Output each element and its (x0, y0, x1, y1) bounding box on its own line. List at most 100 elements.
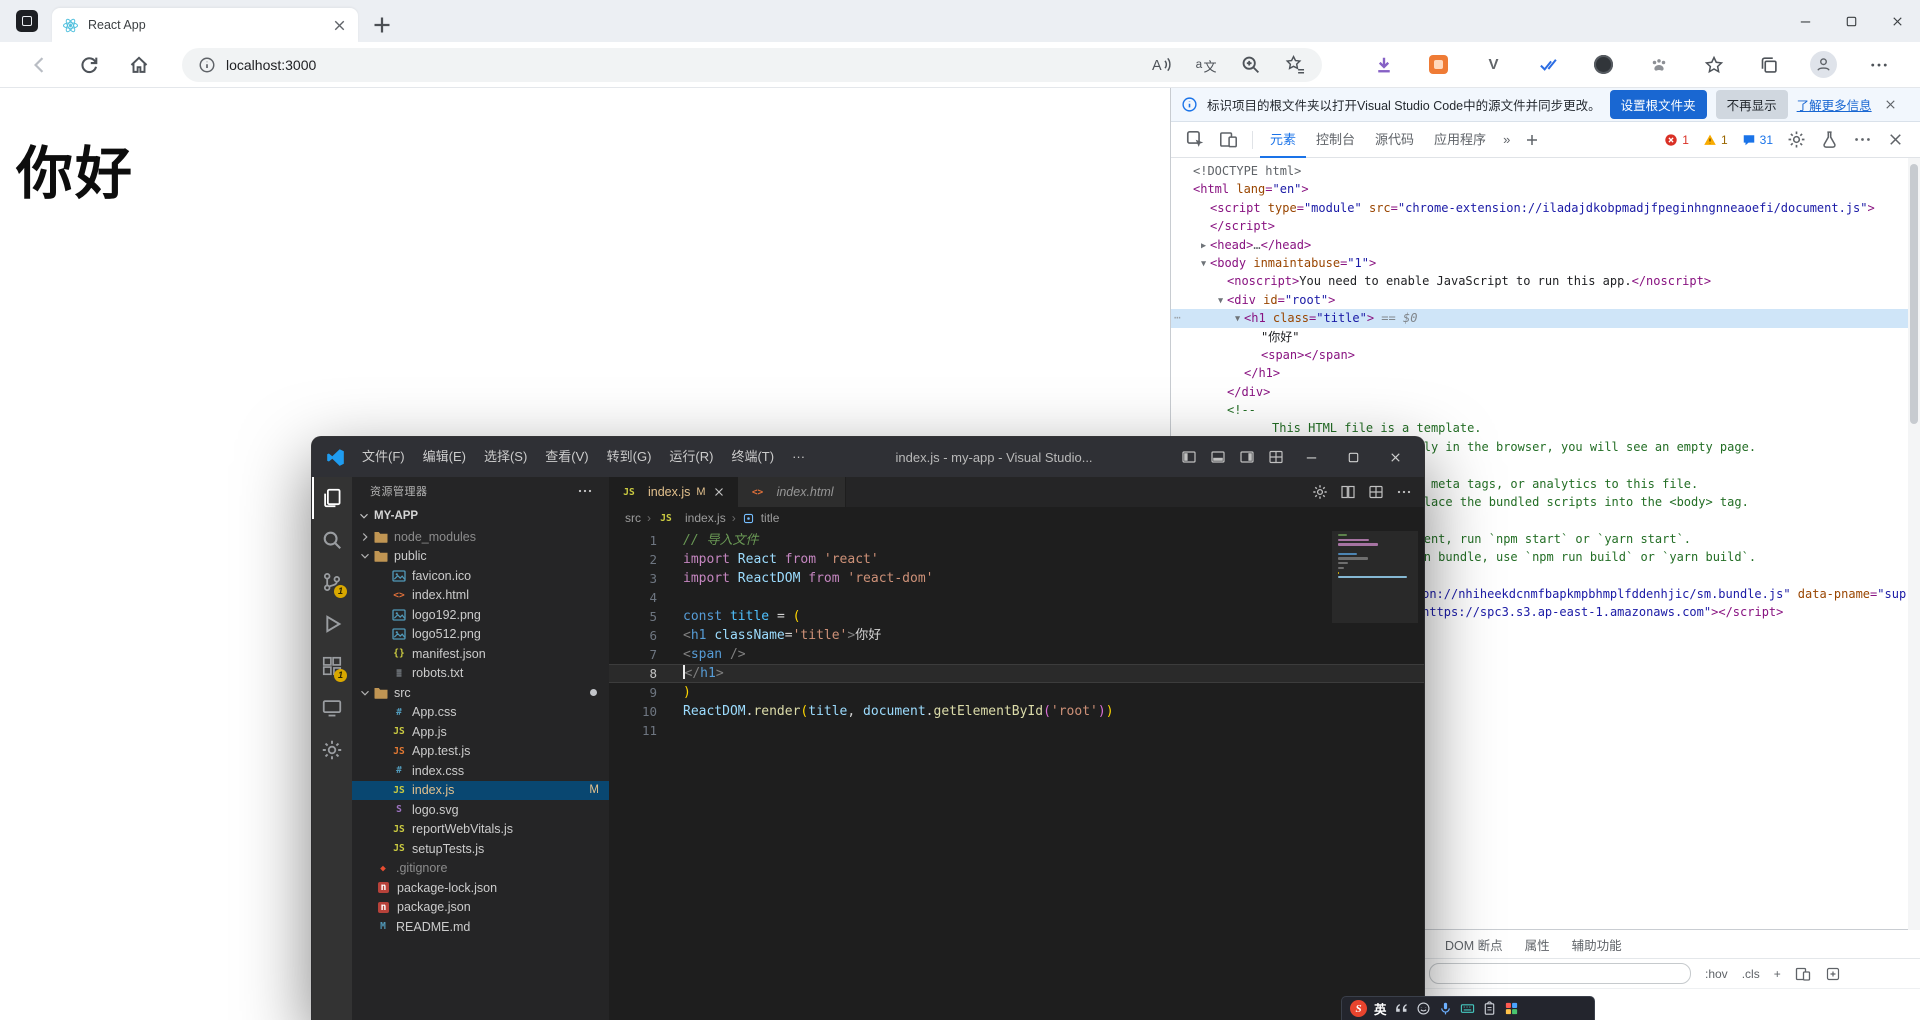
dom-tree-node[interactable]: <noscript>You need to enable JavaScript … (1171, 272, 1908, 290)
refresh-button[interactable] (78, 54, 100, 76)
read-aloud-icon[interactable]: A (1150, 54, 1171, 75)
browser-menu-icon[interactable] (1869, 55, 1889, 75)
devtools-scrollbar[interactable] (1908, 158, 1920, 930)
minimap[interactable] (1332, 531, 1418, 623)
node-more-icon[interactable]: ⋯ (1174, 309, 1181, 327)
style-filter-input[interactable] (1429, 963, 1691, 984)
activity-run-and-debug-icon[interactable] (312, 603, 352, 645)
activity-remote-explorer-icon[interactable] (312, 687, 352, 729)
file-item-public[interactable]: public (352, 547, 609, 567)
toggle-sidebar-icon[interactable] (1174, 437, 1203, 477)
editor-tab-index.html[interactable]: <> index.html (737, 477, 846, 507)
emoji-icon[interactable] (1416, 1001, 1431, 1016)
collections-icon[interactable] (1759, 55, 1779, 75)
warning-badge[interactable]: 1 (1703, 133, 1728, 147)
menu-view[interactable]: 查看(V) (536, 437, 597, 477)
menu-go[interactable]: 转到(G) (598, 437, 661, 477)
set-root-folder-button[interactable]: 设置根文件夹 (1609, 90, 1707, 119)
menu-edit[interactable]: 编辑(E) (414, 437, 475, 477)
file-item-node_modules[interactable]: node_modules (352, 527, 609, 547)
customize-layout-icon[interactable] (1261, 437, 1290, 477)
code-line-9[interactable]: 9) (609, 683, 1424, 702)
activity-manage-icon[interactable] (312, 729, 352, 771)
paw-extension-icon[interactable] (1649, 55, 1669, 75)
window-close-button[interactable] (1874, 0, 1920, 42)
editor-layout-icon[interactable] (1368, 484, 1384, 500)
file-item-package.json[interactable]: n package.json (352, 898, 609, 918)
add-panel-icon[interactable] (1524, 132, 1540, 148)
code-line-7[interactable]: 7 <span /> (609, 645, 1424, 664)
dark-circle-extension-icon[interactable] (1594, 55, 1613, 74)
breadcrumb-src[interactable]: src (625, 511, 641, 525)
file-item-favicon.ico[interactable]: favicon.ico (352, 566, 609, 586)
file-item-reportWebVitals.js[interactable]: JS reportWebVitals.js (352, 820, 609, 840)
devtools-tab-application[interactable]: 应用程序 (1424, 122, 1496, 158)
window-maximize-button[interactable] (1828, 0, 1874, 42)
devtools-tab-sources[interactable]: 源代码 (1365, 122, 1424, 158)
file-item-package-lock.json[interactable]: n package-lock.json (352, 878, 609, 898)
dom-tree-node[interactable]: This HTML file is a template. (1171, 419, 1908, 437)
devtools-more-icon[interactable] (1853, 130, 1872, 149)
dom-tree-node[interactable]: ⋯ ▼ <h1 class="title"> == $0 (1171, 309, 1908, 328)
dom-tree-node[interactable]: <!DOCTYPE html> (1171, 162, 1908, 180)
editor-gear-icon[interactable] (1312, 484, 1328, 500)
file-item-index.js[interactable]: JS index.js M (352, 780, 609, 800)
inspect-element-icon[interactable] (1186, 130, 1205, 149)
ime-toolbox-icon[interactable] (1504, 1001, 1519, 1016)
devtools-tab-elements[interactable]: 元素 (1260, 122, 1306, 158)
address-bar[interactable]: localhost:3000 A a文 (182, 47, 1322, 82)
file-item-index.css[interactable]: # index.css (352, 761, 609, 781)
code-line-3[interactable]: 3 import ReactDOM from 'react-dom' (609, 569, 1424, 588)
vscode-title-bar[interactable]: 文件(F) 编辑(E) 选择(S) 查看(V) 转到(G) 运行(R) 终端(T) ··· i… (312, 437, 1424, 477)
file-item-.gitignore[interactable]: ◆ .gitignore (352, 859, 609, 879)
class-toggle[interactable]: .cls (1742, 967, 1760, 981)
file-item-setupTests.js[interactable]: JS setupTests.js (352, 839, 609, 859)
back-button[interactable] (28, 54, 50, 76)
experiments-icon[interactable] (1820, 130, 1839, 149)
explorer-actions-icon[interactable] (577, 483, 593, 499)
home-button[interactable] (128, 54, 150, 76)
code-line-8[interactable]: 8 </h1> (609, 664, 1424, 683)
zoom-icon[interactable] (1240, 54, 1261, 75)
dom-tree-node[interactable]: </div> (1171, 383, 1908, 401)
vscode-close-button[interactable] (1374, 437, 1416, 477)
toggle-secondary-sidebar-icon[interactable] (1232, 437, 1261, 477)
dom-tree-node[interactable]: <html lang="en"> (1171, 180, 1908, 198)
menu-terminal[interactable]: 终端(T) (722, 437, 783, 477)
scrollbar-thumb[interactable] (1910, 164, 1918, 424)
file-item-App.css[interactable]: # App.css (352, 703, 609, 723)
file-item-logo.svg[interactable]: Slogo.svg (352, 800, 609, 820)
hover-state-toggle[interactable]: :hov (1705, 967, 1728, 981)
error-badge[interactable]: 1 (1664, 133, 1689, 147)
file-item-README.md[interactable]: M README.md (352, 917, 609, 937)
dom-tree-node[interactable]: </script> (1171, 217, 1908, 235)
dom-tree-node[interactable]: <span></span> (1171, 346, 1908, 364)
favorites-icon[interactable] (1704, 55, 1724, 75)
punctuation-icon[interactable] (1394, 1001, 1409, 1016)
editor-more-icon[interactable] (1396, 484, 1412, 500)
dom-tree-node[interactable]: <!-- (1171, 401, 1908, 419)
devtools-pane-tab-properties[interactable]: 属性 (1514, 935, 1561, 954)
translate-icon[interactable]: a文 (1195, 54, 1216, 75)
checks-extension-icon[interactable] (1539, 55, 1559, 75)
file-item-robots.txt[interactable]: ≣ robots.txt (352, 664, 609, 684)
tab-close-icon[interactable] (331, 17, 348, 34)
window-minimize-button[interactable] (1782, 0, 1828, 42)
editor-tab-index.js[interactable]: JS index.js M (609, 477, 738, 507)
code-line-10[interactable]: 10 ReactDOM.render(title, document.getEle… (609, 702, 1424, 721)
sogou-logo-icon[interactable]: S (1350, 1000, 1367, 1017)
menu-run[interactable]: 运行(R) (660, 437, 722, 477)
activity-source-control-icon[interactable]: 1 (312, 561, 352, 603)
menu-selection[interactable]: 选择(S) (475, 437, 536, 477)
code-line-11[interactable]: 11 (609, 721, 1424, 740)
vscode-maximize-button[interactable] (1332, 437, 1374, 477)
code-line-1[interactable]: 1// 导入文件 (609, 531, 1424, 550)
new-tab-button[interactable] (370, 13, 394, 37)
device-toolbar-icon[interactable] (1219, 130, 1238, 149)
code-line-2[interactable]: 2 import React from 'react' (609, 550, 1424, 569)
element-state-icon[interactable] (1795, 966, 1811, 982)
breadcrumb-index.js[interactable]: index.js (685, 511, 726, 525)
add-favorite-icon[interactable] (1285, 54, 1306, 75)
site-info-icon[interactable] (198, 56, 216, 74)
devtools-settings-icon[interactable] (1787, 130, 1806, 149)
